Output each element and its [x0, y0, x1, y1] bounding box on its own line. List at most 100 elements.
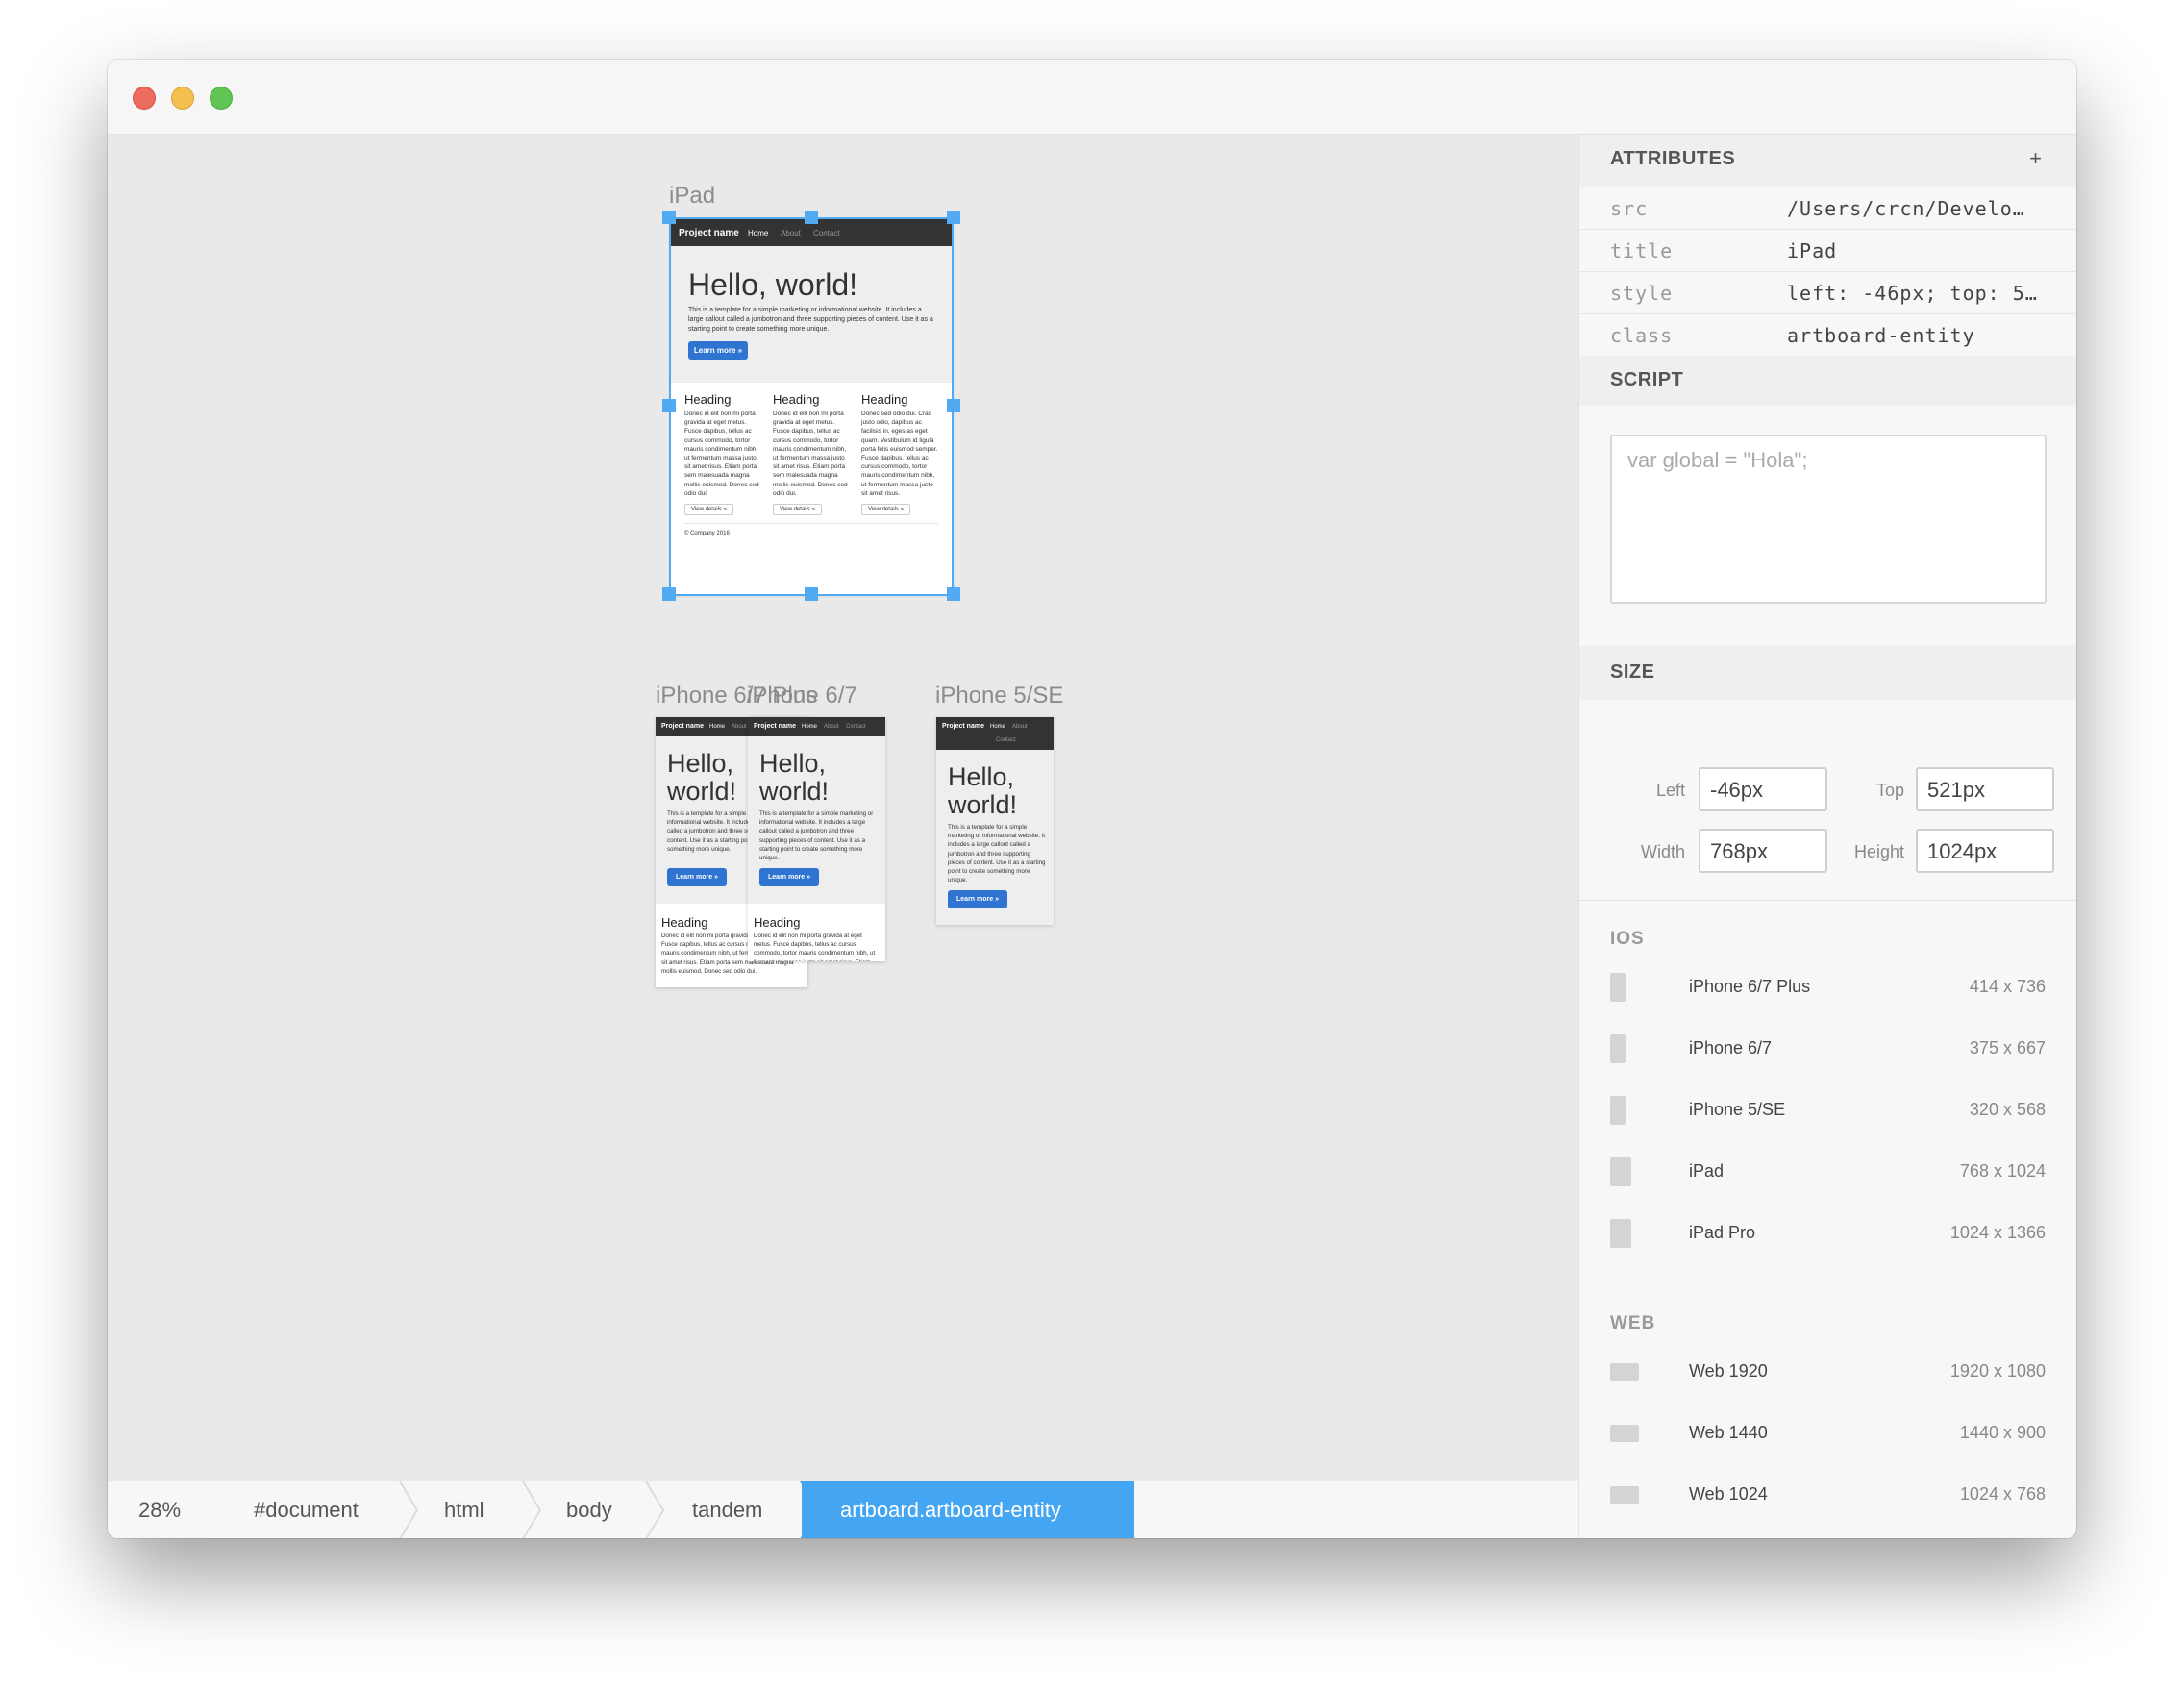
artboard-label-iphone-se[interactable]: iPhone 5/SE — [935, 683, 1063, 709]
add-attribute-button[interactable]: + — [2029, 146, 2042, 171]
resize-handle-bottom-left[interactable] — [662, 587, 676, 601]
device-size: 1024 x 1366 — [1949, 1223, 2046, 1242]
resize-handle-left[interactable] — [662, 399, 676, 412]
artboard-label-iphone[interactable]: iPhone 6/7 — [747, 683, 857, 709]
desktop-icon — [1610, 1486, 1639, 1504]
nav-link-home: Home — [990, 724, 1006, 730]
breadcrumb-item-html[interactable]: html — [444, 1481, 484, 1538]
ios-category-title: IOS — [1610, 929, 1645, 949]
close-window-button[interactable] — [133, 87, 156, 110]
device-name: Web 1920 — [1689, 1361, 1768, 1381]
device-row-web-1920[interactable]: Web 1920 1920 x 1080 — [1579, 1354, 2076, 1392]
hero-text: This is a template for a simple marketin… — [688, 307, 933, 333]
phone-icon — [1610, 1034, 1626, 1063]
chevron-right-icon — [800, 1481, 821, 1538]
attribute-value[interactable]: /Users/crcn/Develo… — [1787, 197, 2047, 220]
top-label: Top — [1875, 781, 1904, 800]
attribute-value[interactable]: left: -46px; top: 5… — [1787, 282, 2047, 305]
column-text: Donec id elit non mi porta gravida at eg… — [754, 933, 876, 961]
size-title: SIZE — [1610, 661, 1655, 683]
breadcrumb-item-tandem[interactable]: tandem — [692, 1481, 762, 1538]
hero-title: Hello, world! — [948, 763, 1017, 819]
attribute-row-class[interactable]: class artboard-entity — [1579, 313, 2076, 356]
attributes-header: ATTRIBUTES + — [1579, 135, 2076, 187]
breadcrumb-item-active[interactable]: artboard.artboard-entity — [802, 1481, 1134, 1538]
device-name: iPhone 5/SE — [1689, 1100, 1786, 1119]
script-editor[interactable]: var global = "Hola"; — [1610, 435, 2047, 604]
resize-handle-top[interactable] — [805, 211, 818, 224]
device-row-iphone-plus[interactable]: iPhone 6/7 Plus 414 x 736 — [1579, 969, 2076, 1008]
resize-handle-top-right[interactable] — [947, 211, 960, 224]
title-bar — [108, 60, 2076, 135]
view-details-button: View details » — [861, 504, 910, 516]
phone-icon — [1610, 1096, 1626, 1125]
phone-icon — [1610, 973, 1626, 1002]
top-input[interactable]: 521px — [1916, 767, 2054, 811]
height-input[interactable]: 1024px — [1916, 829, 2054, 873]
nav-link-contact: Contact — [846, 724, 866, 730]
attribute-row-title[interactable]: title iPad — [1579, 229, 2076, 271]
jumbotron: Hello, world! This is a template for a s… — [671, 246, 952, 383]
section-divider — [1579, 900, 2076, 901]
script-title: SCRIPT — [1610, 369, 1684, 390]
width-input[interactable]: 768px — [1699, 829, 1827, 873]
column-text: Donec id elit non mi porta gravida at eg… — [684, 411, 759, 497]
zoom-level[interactable]: 28% — [138, 1481, 181, 1538]
hero-title-line1: Hello, — [759, 749, 827, 778]
resize-handle-bottom-right[interactable] — [947, 587, 960, 601]
left-input[interactable]: -46px — [1699, 767, 1827, 811]
nav-link-home: Home — [802, 724, 818, 730]
minimize-window-button[interactable] — [171, 87, 194, 110]
column-2: Heading Donec id elit non mi porta gravi… — [773, 392, 852, 516]
artboard-iphone[interactable]: Project name Home About Contact Hello, wo… — [748, 717, 885, 961]
site-brand: Project name — [661, 723, 704, 730]
breadcrumb: 28% #document html body tandem artboard.… — [108, 1480, 1578, 1538]
jumbotron: Hello, world! This is a template for a si… — [936, 750, 1054, 925]
hero-title-line2: world! — [667, 777, 737, 806]
hero-title: Hello, world! — [667, 750, 736, 806]
web-category-title: WEB — [1610, 1313, 1656, 1333]
nav-link-home: Home — [748, 229, 769, 237]
tablet-icon — [1610, 1157, 1631, 1186]
column-heading: Heading — [773, 392, 820, 407]
attribute-key: title — [1610, 239, 1674, 262]
artboard-label-ipad[interactable]: iPad — [669, 183, 715, 210]
device-row-web-1024[interactable]: Web 1024 1024 x 768 — [1579, 1477, 2076, 1515]
breadcrumb-item-body[interactable]: body — [566, 1481, 612, 1538]
height-label: Height — [1853, 842, 1904, 861]
attribute-row-style[interactable]: style left: -46px; top: 5… — [1579, 271, 2076, 313]
column-1: Heading Donec id elit non mi porta gravi… — [754, 915, 879, 961]
column-heading: Heading — [861, 392, 908, 407]
width-label: Width — [1640, 842, 1685, 861]
nav-link-about: About — [781, 229, 801, 237]
site-brand: Project name — [754, 723, 796, 730]
attribute-row-src[interactable]: src /Users/crcn/Develo… — [1579, 187, 2076, 229]
artboard-iphone-se[interactable]: Project name Home About Contact Hello, wo… — [936, 717, 1054, 925]
artboard-ipad[interactable]: Project name Home About Contact Hello, w… — [671, 219, 952, 594]
resize-handle-right[interactable] — [947, 399, 960, 412]
device-row-iphone-se[interactable]: iPhone 5/SE 320 x 568 — [1579, 1092, 2076, 1131]
desktop-icon — [1610, 1363, 1639, 1381]
resize-handle-bottom[interactable] — [805, 587, 818, 601]
device-row-ipad[interactable]: iPad 768 x 1024 — [1579, 1154, 2076, 1192]
site-navbar: Project name Home About Contact — [748, 717, 885, 736]
attribute-value[interactable]: artboard-entity — [1787, 324, 2047, 347]
learn-more-button: Learn more » — [688, 341, 748, 360]
device-name: Web 1440 — [1689, 1423, 1768, 1442]
device-row-ipad-pro[interactable]: iPad Pro 1024 x 1366 — [1579, 1215, 2076, 1254]
device-row-iphone[interactable]: iPhone 6/7 375 x 667 — [1579, 1031, 2076, 1069]
attribute-value[interactable]: iPad — [1787, 239, 2047, 262]
nav-link-about: About — [824, 724, 839, 730]
device-row-web-1440[interactable]: Web 1440 1440 x 900 — [1579, 1415, 2076, 1454]
nav-link-contact: Contact — [996, 737, 1016, 743]
site-footer: © Company 2016 — [684, 531, 730, 536]
breadcrumb-item-document[interactable]: #document — [254, 1481, 359, 1538]
maximize-window-button[interactable] — [210, 87, 233, 110]
canvas[interactable]: iPad Project name Home About Contact Hel… — [108, 135, 1578, 1534]
view-details-button: View details » — [684, 504, 733, 516]
nav-link-home: Home — [709, 724, 726, 730]
hero-title: Hello, world! — [759, 750, 829, 806]
device-size: 414 x 736 — [1969, 977, 2046, 996]
resize-handle-top-left[interactable] — [662, 211, 676, 224]
attributes-title: ATTRIBUTES — [1610, 148, 1736, 169]
